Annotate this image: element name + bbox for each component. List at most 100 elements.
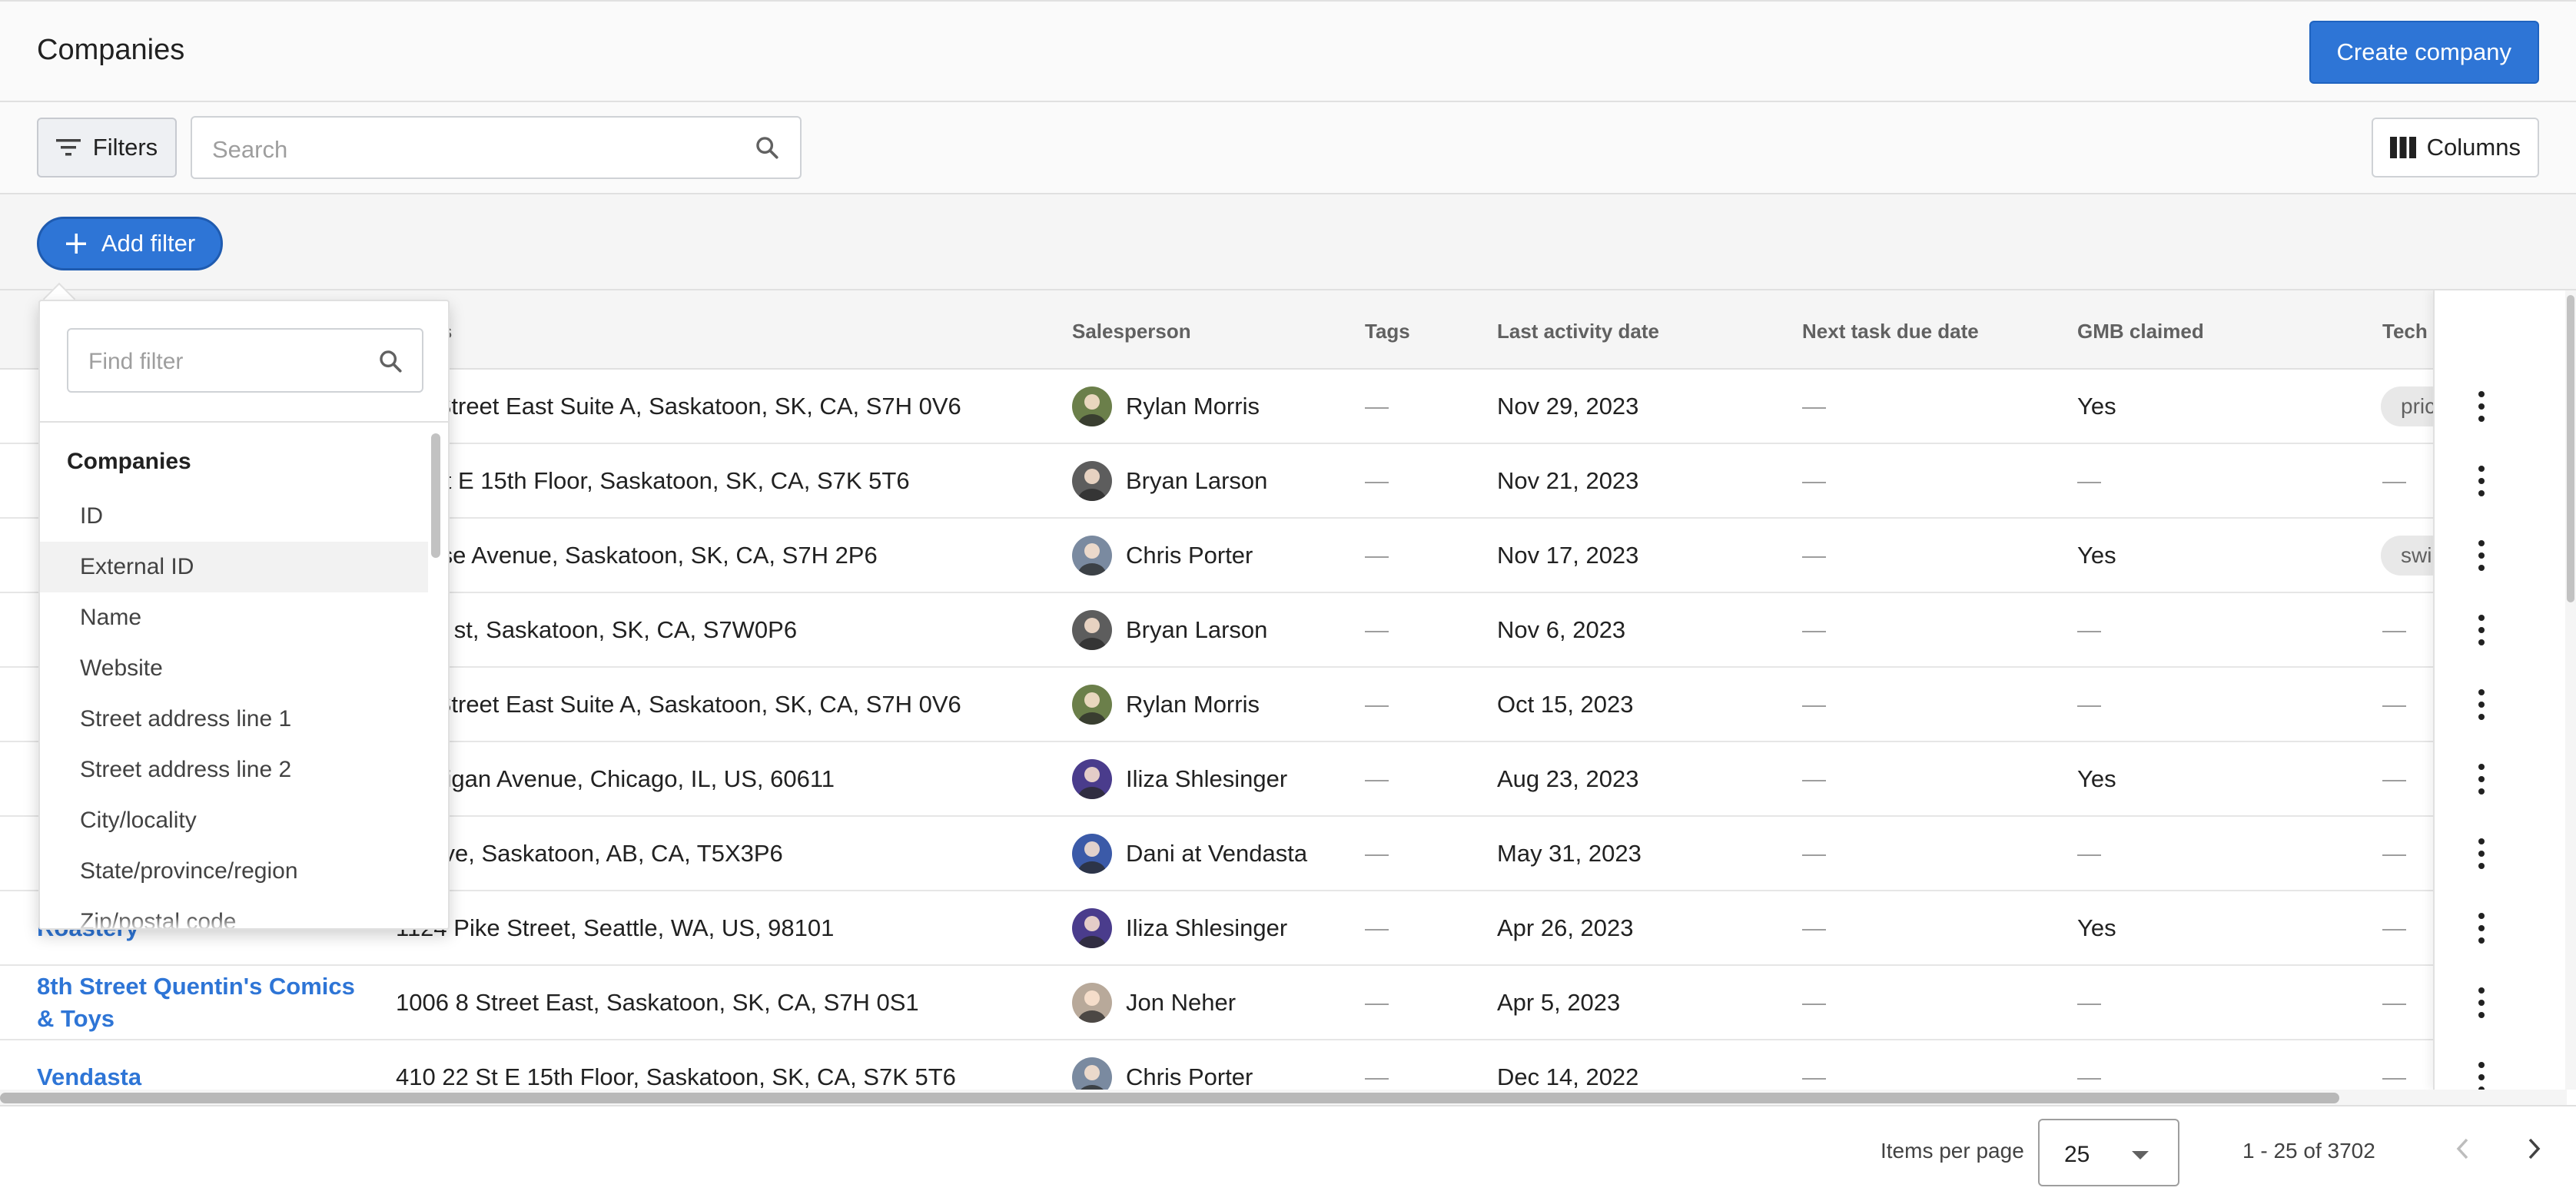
row-menu-icon[interactable] bbox=[2470, 838, 2493, 869]
add-filter-button[interactable]: Add filter bbox=[37, 217, 223, 270]
avatar bbox=[1072, 609, 1112, 650]
row-menu-icon[interactable] bbox=[2470, 764, 2493, 795]
filter-panel-scrollbar[interactable] bbox=[430, 426, 442, 925]
avatar bbox=[1072, 982, 1112, 1023]
columns-button[interactable]: Columns bbox=[2371, 118, 2539, 177]
next-task-cell: — bbox=[1802, 615, 1826, 643]
horizontal-scrollbar[interactable] bbox=[0, 1090, 2567, 1105]
column-header-tech[interactable]: Tech bbox=[2382, 320, 2428, 343]
find-filter-input[interactable]: Find filter bbox=[67, 328, 423, 393]
search-icon bbox=[756, 137, 778, 159]
salesperson-name: Bryan Larson bbox=[1126, 615, 1268, 643]
row-menu-icon[interactable] bbox=[2470, 689, 2493, 720]
filter-option[interactable]: Street address line 1 bbox=[40, 694, 428, 745]
row-menu-icon[interactable] bbox=[2470, 391, 2493, 422]
table-row[interactable]: 8th Street Quentin's Comics & Toys 1006 8… bbox=[0, 966, 2567, 1040]
last-activity-cell: Dec 14, 2022 bbox=[1497, 1063, 1639, 1090]
column-header-tags[interactable]: Tags bbox=[1365, 320, 1410, 343]
filter-panel-divider bbox=[40, 421, 448, 423]
gmb-claimed-cell: — bbox=[2077, 690, 2101, 718]
filter-bar: Add filter bbox=[0, 194, 2576, 290]
row-menu-icon[interactable] bbox=[2470, 466, 2493, 496]
filters-button[interactable]: Filters bbox=[37, 118, 177, 177]
person-icon bbox=[1078, 542, 1106, 576]
column-header-salesperson[interactable]: Salesperson bbox=[1072, 320, 1191, 343]
tech-cell: — bbox=[2382, 615, 2406, 643]
company-name-link[interactable]: 8th Street Quentin's Comics & Toys bbox=[37, 970, 375, 1035]
filter-option[interactable]: Website bbox=[40, 643, 428, 694]
address-cell: 410 22 St E 15th Floor, Saskatoon, SK, C… bbox=[396, 1063, 956, 1090]
next-task-cell: — bbox=[1802, 914, 1826, 941]
avatar bbox=[1072, 386, 1112, 426]
filter-panel: Find filter Companies ID External ID Name W… bbox=[38, 300, 450, 930]
column-header-gmb-claimed[interactable]: GMB claimed bbox=[2077, 320, 2204, 343]
gmb-claimed-cell: — bbox=[2077, 1063, 2101, 1090]
last-activity-cell: Apr 5, 2023 bbox=[1497, 988, 1621, 1016]
filter-option[interactable]: External ID bbox=[40, 542, 428, 592]
tags-cell: — bbox=[1365, 690, 1389, 718]
chevron-right-icon[interactable] bbox=[2522, 1136, 2545, 1162]
salesperson-name: Chris Porter bbox=[1126, 541, 1253, 569]
address-cell: Louise Avenue, Saskatoon, SK, CA, S7H 2P… bbox=[396, 541, 878, 569]
row-menu-icon[interactable] bbox=[2470, 913, 2493, 944]
last-activity-cell: Aug 23, 2023 bbox=[1497, 765, 1639, 792]
next-task-cell: — bbox=[1802, 1063, 1826, 1090]
salesperson-name: Iliza Shlesinger bbox=[1126, 765, 1288, 792]
salesperson-name: Rylan Morris bbox=[1126, 392, 1260, 420]
filter-panel-fade bbox=[40, 916, 448, 928]
create-company-button[interactable]: Create company bbox=[2309, 21, 2539, 84]
tech-cell: — bbox=[2382, 839, 2406, 867]
row-menu-icon[interactable] bbox=[2470, 540, 2493, 571]
next-task-cell: — bbox=[1802, 541, 1826, 569]
column-header-last-activity[interactable]: Last activity date bbox=[1497, 320, 1659, 343]
tech-cell: — bbox=[2382, 466, 2406, 494]
person-icon bbox=[1078, 841, 1106, 874]
filter-option[interactable]: State/province/region bbox=[40, 846, 428, 897]
salesperson-cell: Iliza Shlesinger bbox=[1072, 742, 1287, 815]
pagination-footer: Items per page 25 1 - 25 of 3702 bbox=[0, 1105, 2576, 1191]
person-icon bbox=[1078, 990, 1106, 1023]
last-activity-cell: Oct 15, 2023 bbox=[1497, 690, 1634, 718]
horizontal-scrollbar-thumb[interactable] bbox=[0, 1093, 2339, 1103]
search-input[interactable]: Search bbox=[191, 116, 802, 179]
plus-icon bbox=[65, 234, 86, 254]
tags-cell: — bbox=[1365, 914, 1389, 941]
company-cell: 8th Street Quentin's Comics & Toys bbox=[37, 966, 375, 1039]
filter-option[interactable]: ID bbox=[40, 491, 428, 542]
row-menu-icon[interactable] bbox=[2470, 987, 2493, 1018]
address-cell: 3 8 Street East Suite A, Saskatoon, SK, … bbox=[396, 392, 961, 420]
avatar bbox=[1072, 1057, 1112, 1090]
tech-cell: — bbox=[2382, 1063, 2406, 1090]
filter-option[interactable]: Name bbox=[40, 592, 428, 643]
actions-column bbox=[2433, 290, 2567, 1090]
items-per-page-select[interactable]: 25 bbox=[2038, 1119, 2179, 1186]
column-header-next-task[interactable]: Next task due date bbox=[1802, 320, 1979, 343]
chevron-left-icon[interactable] bbox=[2452, 1136, 2475, 1162]
company-name-link[interactable]: Vendasta bbox=[37, 1061, 141, 1090]
tags-cell: — bbox=[1365, 392, 1389, 420]
salesperson-cell: Dani at Vendasta bbox=[1072, 817, 1307, 890]
row-menu-icon[interactable] bbox=[2470, 615, 2493, 645]
filter-option[interactable]: Street address line 2 bbox=[40, 745, 428, 795]
page-range: 1 - 25 of 3702 bbox=[2242, 1139, 2375, 1163]
gmb-claimed-cell: Yes bbox=[2077, 541, 2116, 569]
filters-label: Filters bbox=[92, 134, 158, 161]
address-cell: 22 St E 15th Floor, Saskatoon, SK, CA, S… bbox=[396, 466, 910, 494]
avatar bbox=[1072, 535, 1112, 576]
next-task-cell: — bbox=[1802, 839, 1826, 867]
items-per-page-value: 25 bbox=[2064, 1142, 2090, 1167]
person-icon bbox=[1078, 393, 1106, 426]
row-menu-icon[interactable] bbox=[2470, 1062, 2493, 1090]
gmb-claimed-cell: — bbox=[2077, 988, 2101, 1016]
table-row[interactable]: Vendasta 410 22 St E 15th Floor, Saskatoo… bbox=[0, 1040, 2567, 1090]
filter-option[interactable]: City/locality bbox=[40, 795, 428, 846]
gmb-claimed-cell: Yes bbox=[2077, 765, 2116, 792]
vertical-scrollbar-thumb[interactable] bbox=[2567, 295, 2574, 602]
columns-icon bbox=[2389, 137, 2416, 158]
salesperson-cell: Bryan Larson bbox=[1072, 444, 1267, 517]
items-per-page-label: Items per page bbox=[1881, 1139, 2024, 1163]
salesperson-cell: Rylan Morris bbox=[1072, 668, 1260, 741]
vertical-scrollbar[interactable] bbox=[2565, 290, 2576, 1090]
next-task-cell: — bbox=[1802, 466, 1826, 494]
filter-panel-scrollbar-thumb[interactable] bbox=[431, 433, 440, 558]
